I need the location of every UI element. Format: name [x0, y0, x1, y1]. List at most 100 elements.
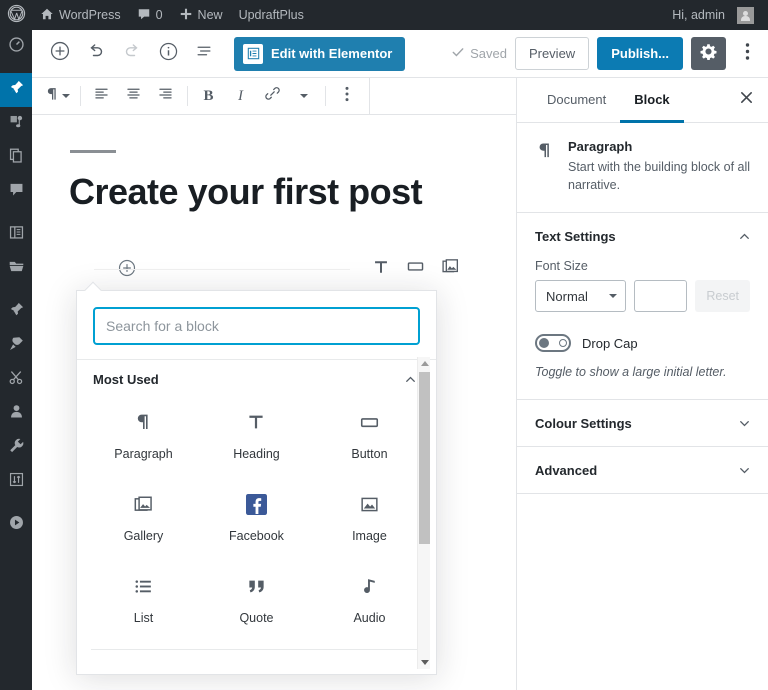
dashboard-gauge-icon: [8, 36, 25, 58]
block-item-gallery[interactable]: Gallery: [87, 483, 200, 565]
quick-insert-gallery[interactable]: [441, 257, 460, 281]
quick-insert-heading[interactable]: [372, 258, 390, 281]
saved-label: Saved: [470, 46, 507, 61]
undo-arrow-icon: [86, 41, 106, 66]
content-info-button[interactable]: [150, 36, 186, 72]
block-navigation-icon: [194, 41, 214, 66]
align-center-icon: [125, 85, 142, 107]
scroll-down-arrow[interactable]: [418, 656, 431, 669]
font-size-custom-input[interactable]: [634, 280, 688, 313]
align-center-button[interactable]: [118, 78, 150, 114]
bold-button[interactable]: B: [192, 78, 224, 114]
tab-document[interactable]: Document: [533, 78, 620, 123]
block-options-button[interactable]: [331, 78, 363, 114]
redo-button[interactable]: [114, 36, 150, 72]
new-label: New: [197, 8, 223, 22]
comments-menu[interactable]: 0: [129, 0, 171, 30]
button-rect-icon: [406, 257, 425, 281]
sidebar-item-plugins-folder[interactable]: [0, 252, 32, 286]
colour-settings-panel: Colour Settings: [517, 400, 768, 448]
block-type-grid: Paragraph Heading Button Gallery Faceboo…: [77, 397, 436, 647]
preview-button[interactable]: Preview: [514, 37, 590, 70]
paragraph-pilcrow-icon: [44, 86, 60, 107]
align-right-icon: [157, 85, 174, 107]
block-item-list[interactable]: List: [87, 565, 200, 647]
block-item-button[interactable]: Button: [313, 401, 426, 483]
block-type-switcher[interactable]: [40, 78, 75, 114]
site-name-menu[interactable]: WordPress: [32, 0, 129, 30]
sidebar-item-comments[interactable]: [0, 175, 32, 209]
publish-button[interactable]: Publish...: [597, 37, 683, 70]
sidebar-item-media-player[interactable]: [0, 508, 32, 542]
home-icon: [40, 7, 54, 24]
block-format-toolbar: B I: [32, 78, 516, 115]
block-item-audio[interactable]: Audio: [313, 565, 426, 647]
sidebar-item-pages[interactable]: [0, 141, 32, 175]
sidebar-item-settings[interactable]: [0, 465, 32, 499]
saved-indicator: Saved: [451, 45, 507, 62]
block-item-paragraph[interactable]: Paragraph: [87, 401, 200, 483]
sidebar-item-plugins[interactable]: [0, 329, 32, 363]
colour-settings-header[interactable]: Colour Settings: [517, 400, 768, 446]
inserter-scrollbar[interactable]: [417, 357, 430, 669]
text-settings-title: Text Settings: [535, 228, 616, 244]
media-icon: [8, 113, 25, 135]
info-circle-icon: [158, 41, 179, 67]
scroll-up-arrow[interactable]: [418, 357, 431, 370]
sidebar-item-pinned[interactable]: [0, 295, 32, 329]
align-left-button[interactable]: [86, 78, 118, 114]
scissors-icon: [8, 369, 25, 391]
link-button[interactable]: [256, 78, 288, 114]
block-item-image[interactable]: Image: [313, 483, 426, 565]
sidebar-item-media[interactable]: [0, 107, 32, 141]
wordpress-logo-button[interactable]: [0, 0, 32, 30]
sidebar-item-dashboard[interactable]: [0, 30, 32, 64]
paragraph-pilcrow-icon: [133, 410, 153, 434]
undo-button[interactable]: [78, 36, 114, 72]
sidebar-item-scissors[interactable]: [0, 363, 32, 397]
drop-cap-toggle[interactable]: [535, 334, 571, 353]
colour-settings-title: Colour Settings: [535, 415, 632, 431]
block-item-label: Quote: [239, 611, 274, 625]
settings-toggle-button[interactable]: [691, 37, 726, 70]
drop-cap-help-text: Toggle to show a large initial letter.: [535, 365, 727, 380]
block-item-facebook[interactable]: Facebook: [200, 483, 313, 565]
add-block-button[interactable]: [42, 36, 78, 72]
sidebar-item-tools[interactable]: [0, 431, 32, 465]
heading-T-icon: [246, 410, 266, 434]
music-note-icon: [359, 574, 380, 598]
font-size-reset-button[interactable]: Reset: [695, 280, 750, 313]
advanced-header[interactable]: Advanced: [517, 447, 768, 493]
search-input[interactable]: [93, 307, 420, 345]
link-chain-icon: [264, 85, 281, 107]
tab-block[interactable]: Block: [620, 78, 684, 123]
updraftplus-menu[interactable]: UpdraftPlus: [231, 0, 312, 30]
post-title[interactable]: Create your first post: [69, 171, 516, 213]
new-content-menu[interactable]: New: [171, 0, 231, 30]
block-item-quote[interactable]: Quote: [200, 565, 313, 647]
text-settings-panel: Text Settings Font Size Normal Reset Dro…: [517, 213, 768, 401]
more-formatting-button[interactable]: [288, 78, 320, 114]
text-settings-header[interactable]: Text Settings: [517, 213, 768, 259]
block-item-label: Gallery: [123, 529, 164, 543]
font-size-select[interactable]: Normal: [535, 280, 627, 313]
sidebar-item-users[interactable]: [0, 397, 32, 431]
sidebar-item-posts[interactable]: [0, 73, 32, 107]
quick-insert-button[interactable]: [406, 257, 425, 281]
most-used-panel-header[interactable]: Most Used: [77, 359, 436, 397]
block-item-label: Heading: [233, 447, 280, 461]
edit-with-elementor-label: Edit with Elementor: [271, 46, 393, 61]
button-rect-icon: [359, 410, 380, 434]
greeting-label: Hi, admin: [672, 8, 725, 22]
my-account-menu[interactable]: Hi, admin: [664, 0, 762, 30]
block-navigation-button[interactable]: [186, 36, 222, 72]
edit-with-elementor-button[interactable]: Edit with Elementor: [234, 36, 406, 71]
block-item-heading[interactable]: Heading: [200, 401, 313, 483]
more-tools-button[interactable]: [734, 37, 760, 70]
sidebar-item-appearance[interactable]: [0, 218, 32, 252]
italic-button[interactable]: I: [224, 78, 256, 114]
toolbar-divider: [79, 86, 81, 106]
scrollbar-thumb[interactable]: [419, 372, 430, 544]
align-right-button[interactable]: [150, 78, 182, 114]
close-sidebar-button[interactable]: [724, 78, 768, 122]
